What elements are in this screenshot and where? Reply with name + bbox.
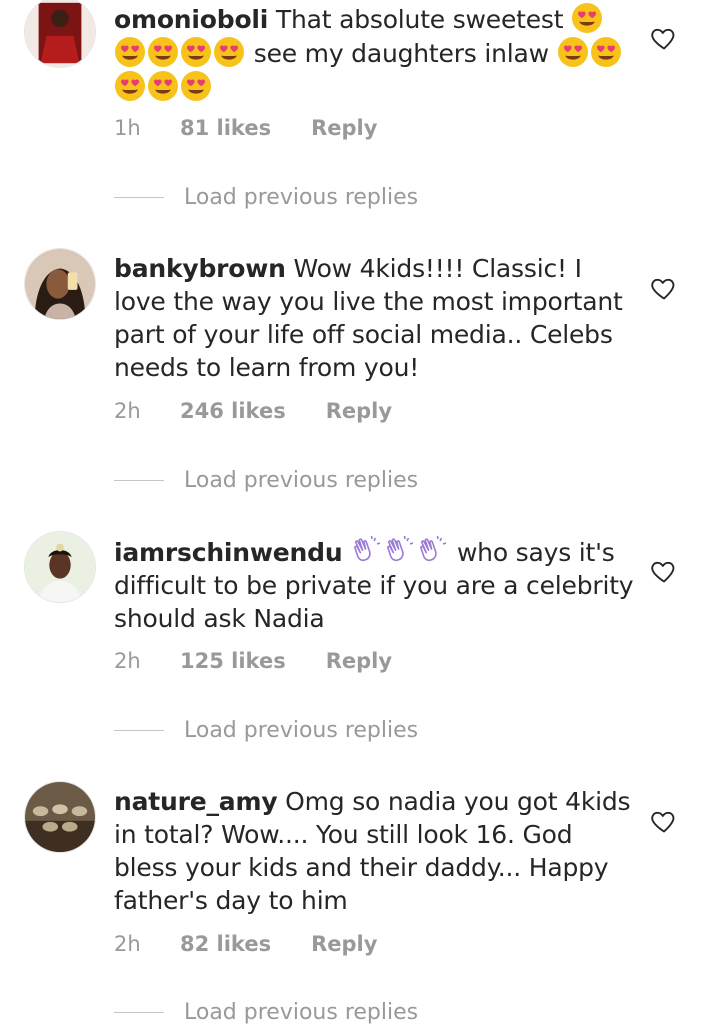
heart-eyes-emoji	[114, 70, 146, 102]
reply-button[interactable]: Reply	[326, 646, 392, 676]
heart-eyes-emoji	[557, 36, 589, 68]
heart-eyes-emoji	[180, 70, 212, 102]
comment-text: iamrschinwendu who says it's difficult t…	[114, 535, 636, 635]
clapping-hands-emoji	[416, 535, 448, 567]
divider-line	[114, 729, 164, 731]
likes-count[interactable]: 246 likes	[180, 396, 286, 426]
load-previous-replies[interactable]: Load previous replies	[114, 465, 418, 495]
heart-eyes-emoji	[590, 36, 622, 68]
heart-eyes-emoji	[114, 36, 146, 68]
comment-message: That absolute sweetest	[275, 5, 564, 34]
divider-line	[114, 479, 164, 481]
heart-eyes-emoji	[147, 36, 179, 68]
comment-meta: 1h 81 likes Reply	[114, 113, 377, 143]
comment-text: omonioboli That absolute sweetest see my…	[114, 2, 636, 104]
likes-count[interactable]: 81 likes	[180, 113, 271, 143]
comment-text: bankybrown Wow 4kids!!!! Classic! I love…	[114, 252, 636, 384]
comment-message-continued: see my daughters inlaw	[253, 39, 549, 68]
likes-count[interactable]: 125 likes	[180, 646, 286, 676]
username-link[interactable]: nature_amy	[114, 787, 278, 816]
clapping-hands-emoji	[350, 535, 382, 567]
comment-time: 2h	[114, 399, 141, 423]
load-previous-replies[interactable]: Load previous replies	[114, 997, 418, 1027]
divider-line	[114, 196, 164, 198]
reply-button[interactable]: Reply	[311, 929, 377, 959]
heart-eyes-emoji	[180, 36, 212, 68]
comment-meta: 2h 125 likes Reply	[114, 646, 392, 676]
like-heart-icon[interactable]	[650, 807, 678, 835]
load-previous-replies-label[interactable]: Load previous replies	[184, 185, 418, 210]
reply-button[interactable]: Reply	[326, 396, 392, 426]
likes-count[interactable]: 82 likes	[180, 929, 271, 959]
comment-time: 2h	[114, 649, 141, 673]
avatar[interactable]	[24, 0, 96, 68]
clapping-hands-emoji	[383, 535, 415, 567]
like-heart-icon[interactable]	[650, 274, 678, 302]
comment-meta: 2h 82 likes Reply	[114, 929, 377, 959]
load-previous-replies[interactable]: Load previous replies	[114, 182, 418, 212]
avatar[interactable]	[24, 248, 96, 320]
load-previous-replies-label[interactable]: Load previous replies	[184, 468, 418, 493]
comment-time: 1h	[114, 116, 141, 140]
like-heart-icon[interactable]	[650, 557, 678, 585]
like-heart-icon[interactable]	[650, 24, 678, 52]
heart-eyes-emoji	[571, 2, 603, 34]
load-previous-replies-label[interactable]: Load previous replies	[184, 718, 418, 743]
avatar[interactable]	[24, 531, 96, 603]
heart-eyes-emoji	[147, 70, 179, 102]
divider-line	[114, 1011, 164, 1013]
comment-time: 2h	[114, 932, 141, 956]
comment-meta: 2h 246 likes Reply	[114, 396, 392, 426]
avatar[interactable]	[24, 781, 96, 853]
reply-button[interactable]: Reply	[311, 113, 377, 143]
heart-eyes-emoji	[213, 36, 245, 68]
username-link[interactable]: bankybrown	[114, 254, 286, 283]
username-link[interactable]: iamrschinwendu	[114, 538, 343, 567]
load-previous-replies[interactable]: Load previous replies	[114, 715, 418, 745]
comment-text: nature_amy Omg so nadia you got 4kids in…	[114, 785, 636, 917]
username-link[interactable]: omonioboli	[114, 5, 268, 34]
